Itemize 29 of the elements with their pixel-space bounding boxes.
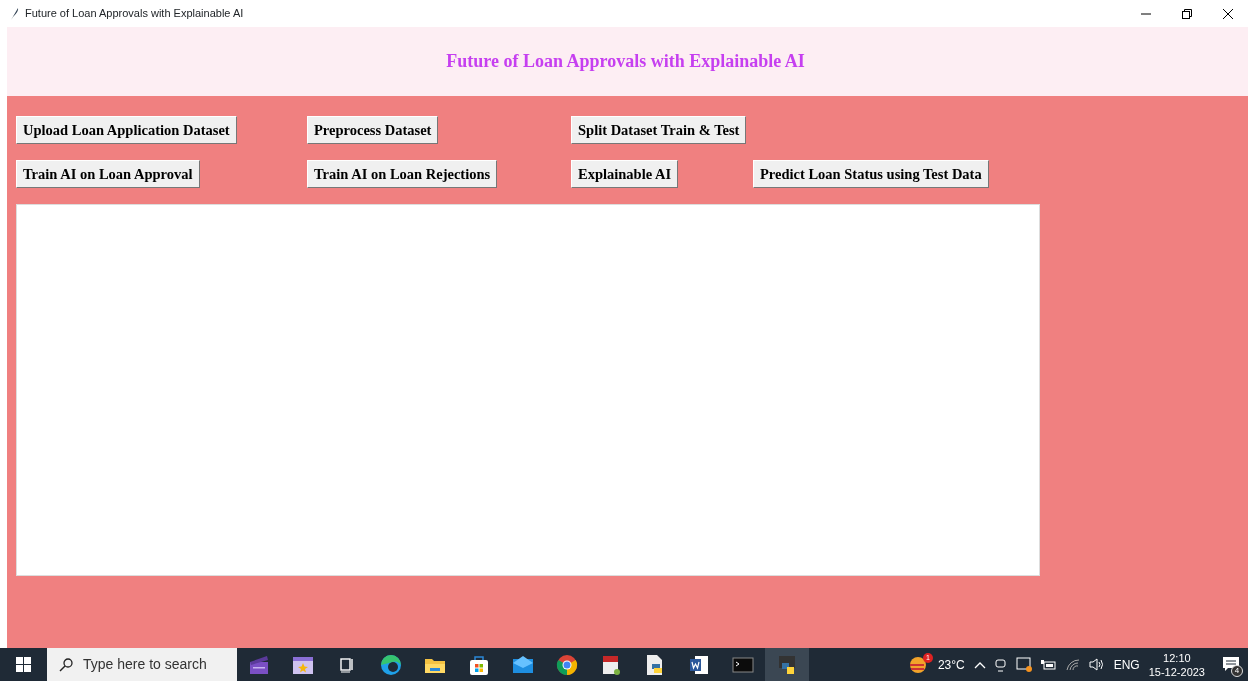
taskbar-button[interactable] <box>765 648 809 681</box>
toolbar-button[interactable]: Train AI on Loan Rejections <box>307 160 498 188</box>
toolbar-button[interactable]: Train AI on Loan Approval <box>16 160 200 188</box>
battery-icon[interactable] <box>1040 659 1057 670</box>
toolbar-button[interactable]: Split Dataset Train & Test <box>571 116 747 144</box>
camera-icon[interactable] <box>994 657 1007 672</box>
toolbar-button[interactable]: Explainable AI <box>571 160 679 188</box>
chevron-up-icon[interactable] <box>973 660 986 669</box>
toolbar-button[interactable]: Predict Loan Status using Test Data <box>753 160 989 188</box>
toolbar-button[interactable]: Upload Loan Application Dataset <box>16 116 237 144</box>
restore-icon[interactable] <box>1181 8 1192 19</box>
temperature-text: 23°C <box>937 656 965 674</box>
search-field[interactable]: Type here to search <box>83 654 233 675</box>
search-bar[interactable]: Type here to search <box>47 648 237 681</box>
close-icon[interactable] <box>1222 8 1233 19</box>
app-heading: Future of Loan Approvals with Explainable AI <box>446 50 806 73</box>
speaker-icon[interactable] <box>1088 658 1105 671</box>
language-indicator[interactable]: ENG <box>1113 655 1140 674</box>
search-icon <box>59 657 73 672</box>
feather-icon <box>10 7 19 20</box>
clock[interactable]: 12:10 15-12-2023 <box>1148 650 1205 679</box>
wifi-icon[interactable] <box>1065 658 1080 671</box>
edge-icon[interactable] <box>379 652 403 677</box>
window-title: Future of Loan Approvals with Explainable AI <box>25 6 244 22</box>
toolbar-button[interactable]: Preprocess Dataset <box>307 116 439 144</box>
chrome-icon[interactable] <box>555 652 579 677</box>
screen-icon[interactable] <box>1015 657 1032 672</box>
windows-start-icon[interactable] <box>16 657 31 672</box>
notifications-icon[interactable]: 4 <box>1222 655 1240 674</box>
